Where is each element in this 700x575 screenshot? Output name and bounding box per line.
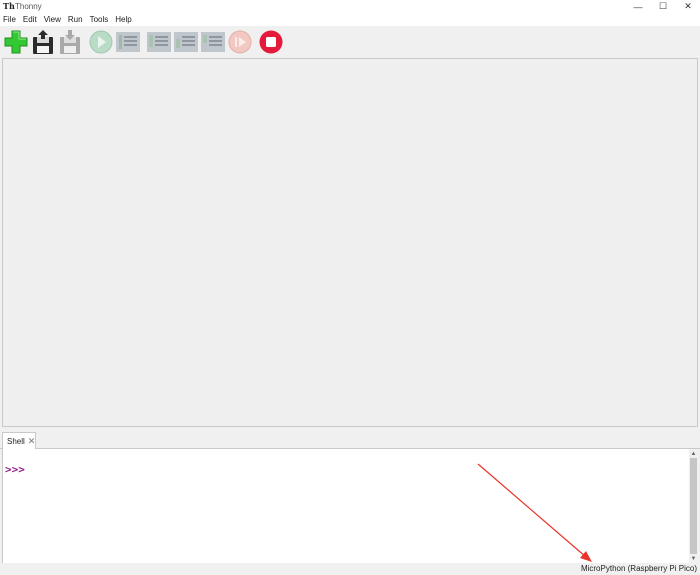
menu-view[interactable]: View	[44, 15, 61, 24]
maximize-button[interactable]: ☐	[652, 0, 674, 13]
step-over-button[interactable]	[146, 29, 172, 55]
menu-tools[interactable]: Tools	[90, 15, 109, 24]
resume-button[interactable]	[227, 29, 253, 55]
debug-button[interactable]	[115, 29, 141, 55]
resume-icon	[228, 30, 252, 54]
step-over-icon	[147, 32, 171, 52]
scroll-thumb[interactable]	[690, 458, 697, 554]
close-icon[interactable]: ✕	[28, 436, 36, 446]
editor-area[interactable]	[2, 58, 698, 427]
shell-tab-bar: Shell ✕	[0, 430, 700, 449]
title-bar: Th Thonny — ☐ ✕	[0, 0, 700, 13]
menu-run[interactable]: Run	[68, 15, 83, 24]
scroll-down-arrow-icon[interactable]: ▼	[689, 554, 698, 563]
stop-button[interactable]	[258, 29, 284, 55]
floppy-open-icon	[33, 30, 53, 54]
step-into-icon	[174, 32, 198, 52]
menu-help[interactable]: Help	[115, 15, 131, 24]
shell-scrollbar[interactable]: ▲ ▼	[689, 449, 698, 563]
shell-console[interactable]: >>>	[2, 449, 689, 563]
menu-edit[interactable]: Edit	[23, 15, 37, 24]
run-button[interactable]	[88, 29, 114, 55]
play-icon	[89, 30, 113, 54]
toolbar	[0, 26, 700, 58]
menu-file[interactable]: File	[3, 15, 16, 24]
status-bar: MicroPython (Raspberry Pi Pico)	[0, 563, 700, 575]
open-file-button[interactable]	[30, 29, 56, 55]
menu-bar: File Edit View Run Tools Help	[0, 13, 700, 26]
interpreter-selector[interactable]: MicroPython (Raspberry Pi Pico)	[581, 564, 697, 573]
shell-prompt: >>>	[5, 463, 25, 476]
green-plus-icon	[4, 30, 28, 54]
step-into-button[interactable]	[173, 29, 199, 55]
scroll-up-arrow-icon[interactable]: ▲	[689, 449, 698, 458]
new-file-button[interactable]	[3, 29, 29, 55]
stop-icon	[259, 30, 283, 54]
window-title: Thonny	[15, 2, 42, 11]
minimize-button[interactable]: —	[627, 0, 649, 13]
floppy-save-icon	[60, 30, 80, 54]
debug-lines-icon	[116, 32, 140, 52]
save-file-button[interactable]	[57, 29, 83, 55]
shell-tab-label: Shell	[7, 436, 25, 446]
step-out-icon	[201, 32, 225, 52]
tab-shell[interactable]: Shell ✕	[2, 432, 36, 449]
step-out-button[interactable]	[200, 29, 226, 55]
close-window-button[interactable]: ✕	[677, 0, 699, 13]
thonny-logo-icon: Th	[3, 1, 15, 11]
